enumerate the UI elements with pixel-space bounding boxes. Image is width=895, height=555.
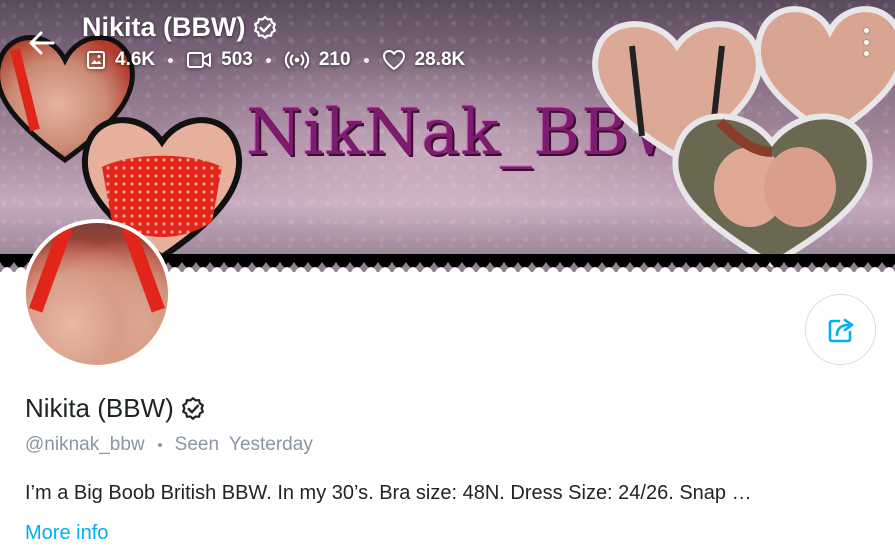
- verified-badge-icon: [181, 396, 204, 420]
- more-options-button[interactable]: [856, 28, 876, 56]
- avatar[interactable]: [22, 219, 172, 369]
- stat-streams-count: 210: [318, 49, 351, 70]
- last-seen-label: Seen: [174, 434, 220, 455]
- back-button[interactable]: [24, 26, 58, 60]
- cover-heart-photo-green-top: [672, 113, 873, 268]
- stat-separator: [168, 57, 174, 63]
- profile-name-text: Nikita (BBW): [25, 393, 174, 423]
- stat-likes-count: 28.8K: [414, 49, 466, 70]
- stat-likes[interactable]: 28.8K: [382, 49, 466, 71]
- meta-separator: [157, 443, 162, 447]
- profile-meta: @niknak_bbw Seen Yesterday: [25, 434, 313, 456]
- stat-separator: [265, 57, 271, 63]
- header-stats: 4.6K 503 210 28.8K: [86, 49, 465, 71]
- image-icon: [87, 51, 105, 69]
- profile-bio: I’m a Big Boob British BBW. In my 30’s. …: [25, 482, 752, 504]
- more-info-link[interactable]: More info: [25, 522, 108, 545]
- stream-icon: [284, 51, 309, 69]
- more-vertical-icon: [863, 51, 869, 56]
- more-vertical-icon: [863, 39, 869, 45]
- back-arrow-icon: [29, 31, 55, 55]
- stat-videos[interactable]: 503: [186, 49, 253, 71]
- share-button[interactable]: [805, 294, 876, 365]
- last-seen-value: Yesterday: [229, 434, 313, 455]
- header-title-text: Nikita (BBW): [82, 12, 246, 42]
- header-title: Nikita (BBW): [82, 12, 278, 43]
- profile-page: NikNak_BBW Nikita (BBW) 4.6K 503 210 28.…: [0, 0, 895, 555]
- share-icon: [828, 318, 853, 342]
- more-vertical-icon: [863, 28, 869, 33]
- verified-badge-icon: [253, 15, 276, 39]
- stat-photos-count: 4.6K: [115, 49, 156, 70]
- video-icon: [187, 52, 212, 68]
- heart-icon: [382, 50, 405, 70]
- username: @niknak_bbw: [25, 434, 145, 455]
- stat-streams[interactable]: 210: [284, 49, 351, 71]
- stat-videos-count: 503: [221, 49, 253, 70]
- stat-separator: [363, 57, 369, 63]
- stat-photos[interactable]: 4.6K: [86, 49, 155, 71]
- profile-name: Nikita (BBW): [25, 393, 206, 424]
